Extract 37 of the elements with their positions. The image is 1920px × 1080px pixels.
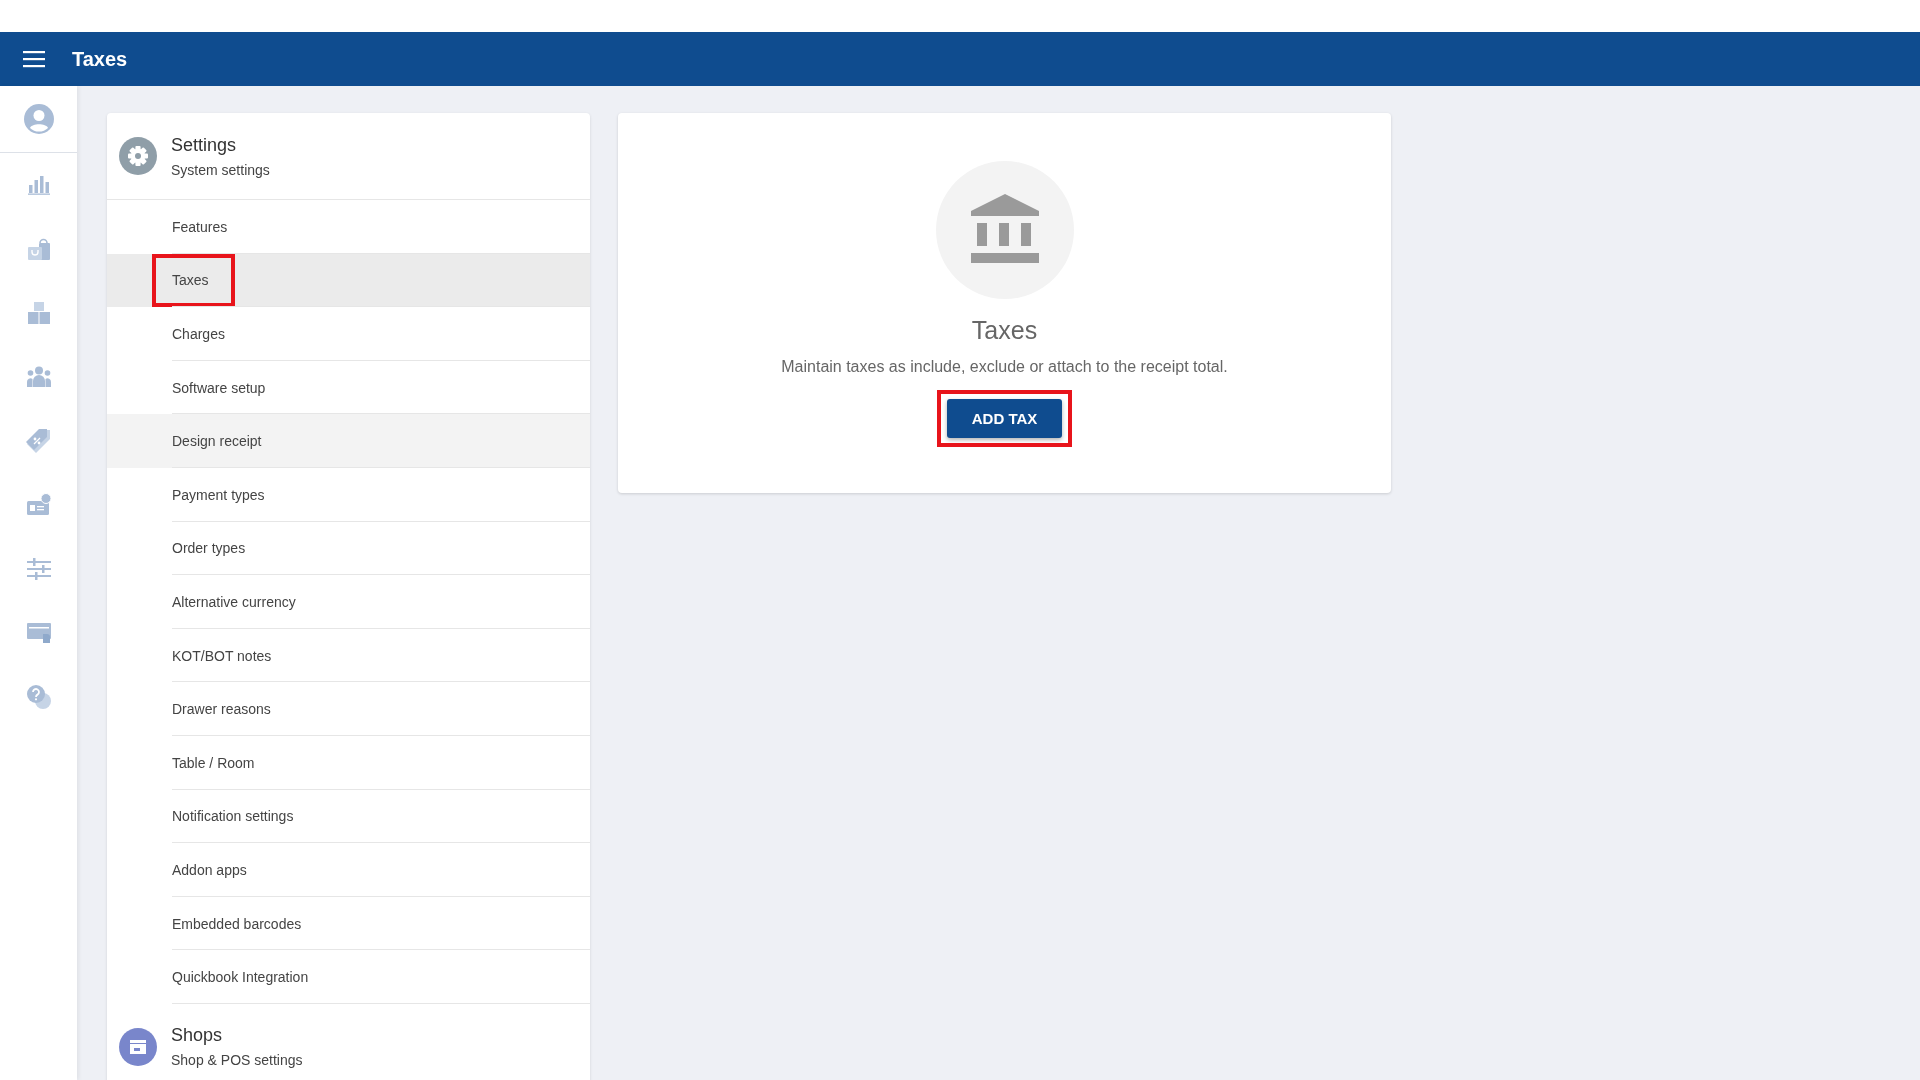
settings-menu-item[interactable]: Charges: [107, 307, 590, 361]
app-title: Taxes: [72, 47, 128, 71]
section-title: Settings: [171, 134, 238, 156]
section-title: Shops: [171, 1025, 224, 1047]
user-avatar-icon[interactable]: [23, 104, 54, 134]
id-card-icon[interactable]: [25, 493, 52, 517]
settings-menu-item[interactable]: Order types: [107, 521, 590, 576]
settings-menu-item[interactable]: KOT/BOT notes: [107, 628, 590, 683]
settings-icon: [119, 137, 157, 175]
people-icon[interactable]: [25, 366, 52, 388]
add-tax-button[interactable]: ADD TAX: [946, 399, 1063, 438]
settings-menu-item[interactable]: Quickbook Integration: [107, 950, 590, 1004]
shopping-bag-icon[interactable]: [26, 237, 51, 261]
empty-state-description: Maintain taxes as include, exclude or attach to the receipt total.: [781, 358, 1228, 376]
settings-menu-item[interactable]: Payment types: [107, 467, 590, 522]
settings-menu-item[interactable]: Features: [107, 200, 590, 254]
discount-tag-icon[interactable]: [25, 428, 52, 454]
payment-card-icon[interactable]: [25, 622, 52, 644]
boxes-icon[interactable]: [26, 301, 51, 325]
shop-icon: [119, 1027, 157, 1066]
settings-menu-item[interactable]: Taxes: [107, 253, 590, 308]
section-subtitle: System settings: [171, 161, 270, 178]
section-subtitle: Shop & POS settings: [171, 1052, 303, 1069]
settings-menu-item[interactable]: Drawer reasons: [107, 682, 590, 736]
empty-state-title: Taxes: [971, 316, 1038, 345]
help-chat-icon[interactable]: [25, 684, 52, 710]
settings-menu-item[interactable]: Software setup: [107, 360, 590, 415]
settings-menu-item[interactable]: Embedded barcodes: [107, 896, 590, 951]
settings-menu-item[interactable]: Design receipt: [107, 414, 590, 468]
bank-icon: [935, 161, 1074, 299]
sliders-icon[interactable]: [25, 558, 52, 580]
settings-menu-item[interactable]: Addon apps: [107, 843, 590, 897]
menu-icon[interactable]: [23, 50, 45, 68]
settings-menu-item[interactable]: Table / Room: [107, 735, 590, 790]
settings-menu-item[interactable]: Alternative currency: [107, 575, 590, 629]
settings-menu-item[interactable]: Notification settings: [107, 789, 590, 844]
bar-chart-icon[interactable]: [26, 175, 51, 195]
